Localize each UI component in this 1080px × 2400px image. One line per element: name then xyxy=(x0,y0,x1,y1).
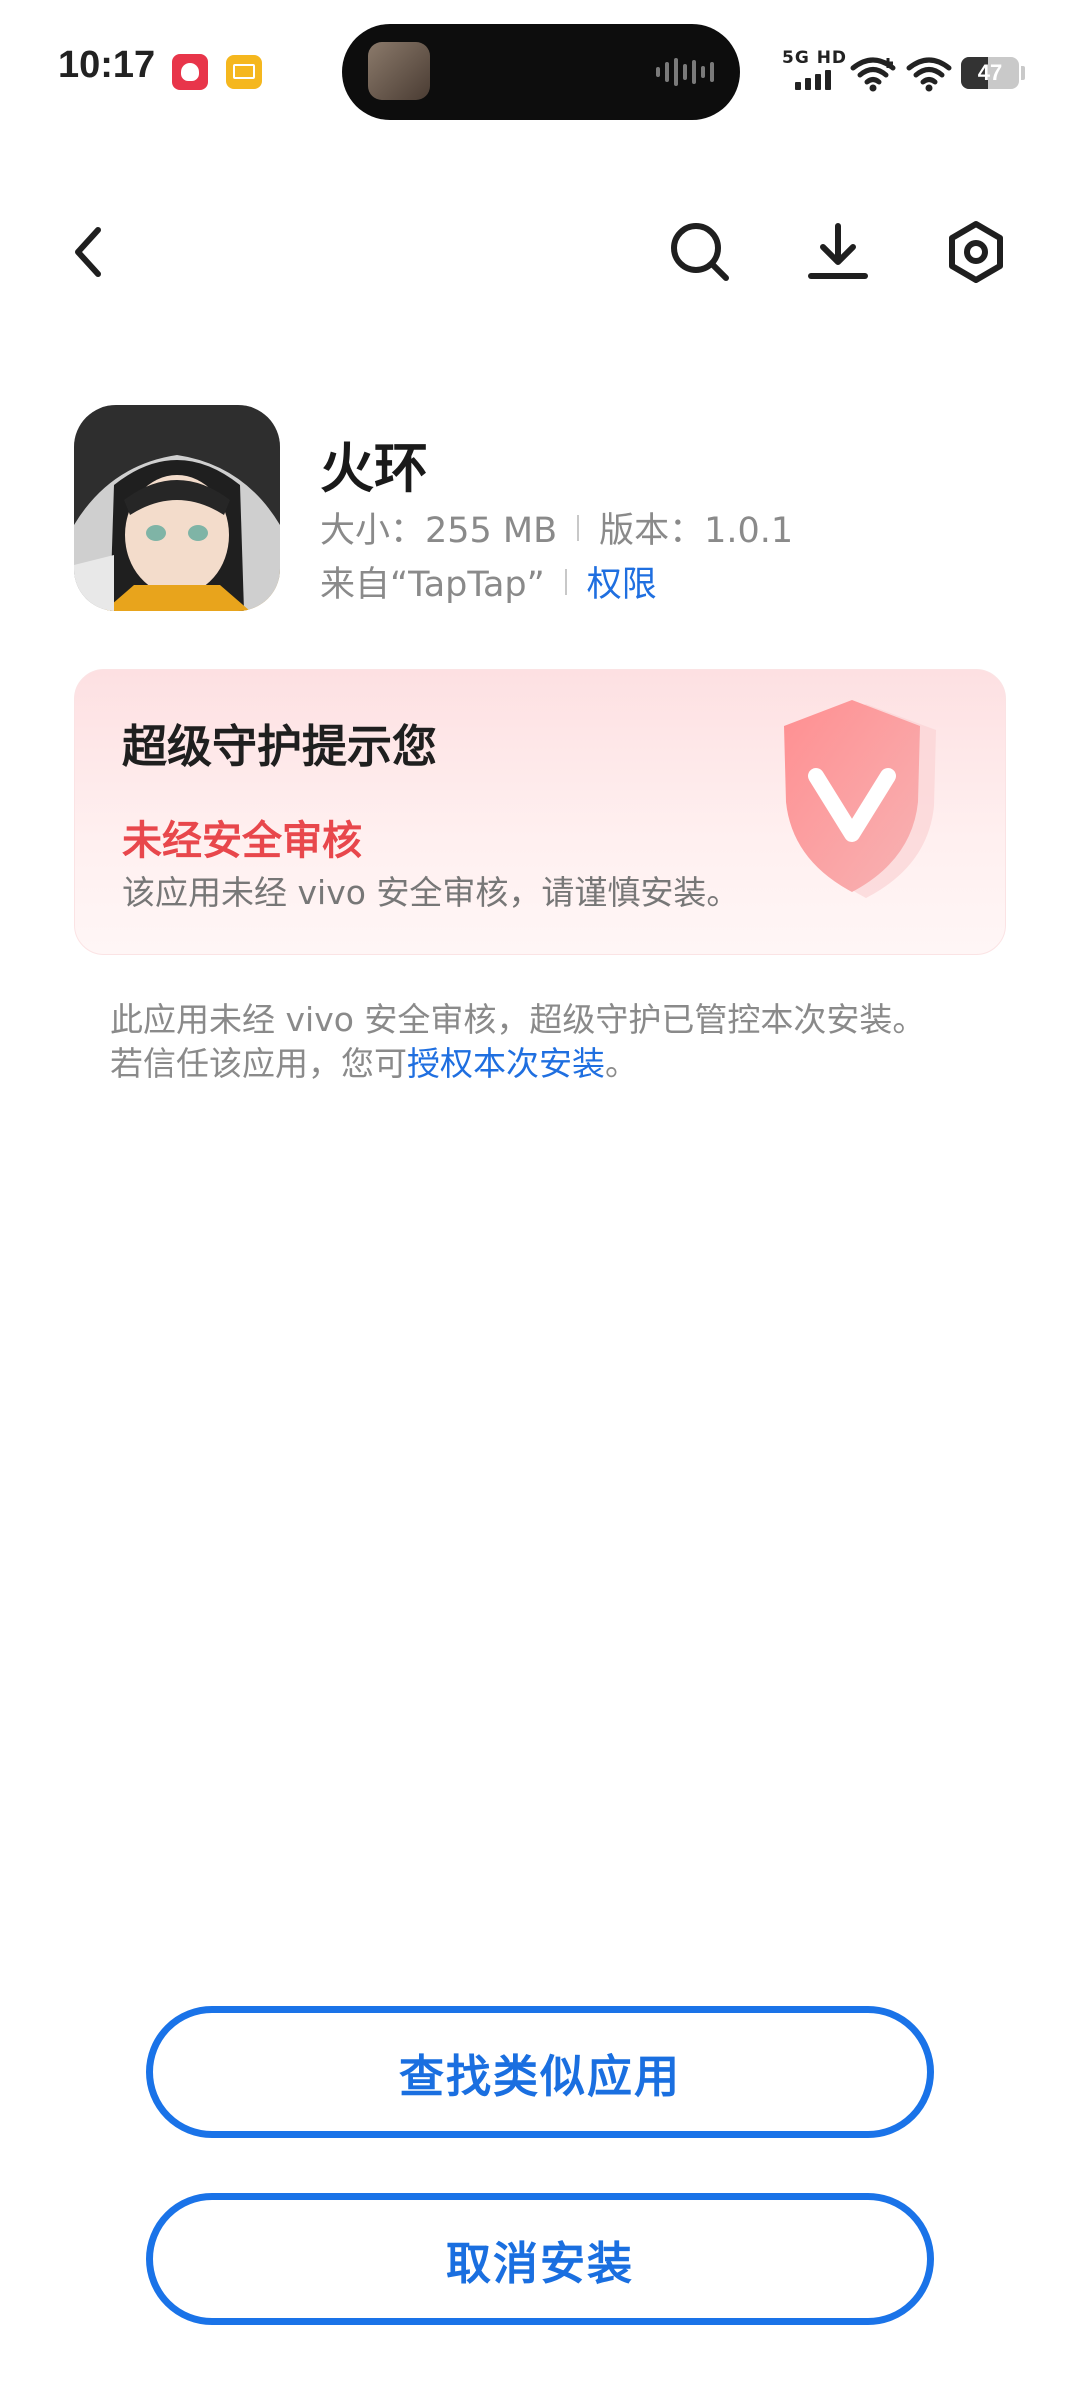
cancel-install-button[interactable]: 取消安装 xyxy=(146,2193,934,2325)
authorize-install-link[interactable]: 授权本次安装 xyxy=(407,1044,605,1083)
network-type-label: 5G HD xyxy=(782,48,848,68)
cellular-signal-icon xyxy=(795,70,831,90)
wifi-icon xyxy=(850,57,896,92)
wifi-icon-secondary xyxy=(906,57,952,92)
app-version: 版本：1.0.1 xyxy=(599,511,794,551)
notice-line-2-suffix: 。 xyxy=(605,1044,638,1083)
find-similar-apps-button[interactable]: 查找类似应用 xyxy=(146,2006,934,2138)
protection-description: 该应用未经 vivo 安全审核，请谨慎安装。 xyxy=(122,873,740,912)
app-meta-row: 大小：255 MB 版本：1.0.1 xyxy=(320,502,793,553)
back-arrow-icon xyxy=(75,227,101,277)
permissions-link[interactable]: 权限 xyxy=(587,556,657,607)
app-source: 来自“TapTap” xyxy=(320,565,545,605)
battery-level: 47 xyxy=(977,60,1003,85)
search-icon xyxy=(671,223,729,281)
download-icon xyxy=(808,223,868,279)
settings-button[interactable] xyxy=(936,212,1016,292)
settings-hexagon-icon xyxy=(949,221,1003,283)
download-button[interactable] xyxy=(798,212,878,292)
audio-wave-icon xyxy=(656,58,716,86)
mail-icon xyxy=(226,55,262,89)
app-name: 火环 xyxy=(320,437,428,500)
meta-divider xyxy=(564,568,567,595)
meta-divider xyxy=(577,514,580,541)
protection-warning: 未经安全审核 xyxy=(122,818,362,864)
install-notice: 此应用未经 vivo 安全审核，超级守护已管控本次安装。 若信任该应用，您可授权… xyxy=(110,998,1010,1086)
app-badge-icon xyxy=(172,54,208,90)
back-button[interactable] xyxy=(48,212,128,292)
vivo-shield-icon xyxy=(784,700,936,898)
notice-line-1: 此应用未经 vivo 安全审核，超级守护已管控本次安装。 xyxy=(110,1000,926,1039)
media-thumbnail xyxy=(368,42,430,100)
battery-cap xyxy=(1021,66,1025,80)
app-size: 大小：255 MB xyxy=(320,511,558,551)
protection-card-title: 超级守护提示您 xyxy=(122,720,438,773)
app-icon xyxy=(74,405,280,611)
app-source-row: 来自“TapTap” 权限 xyxy=(320,556,657,607)
status-time: 10:17 xyxy=(58,44,156,86)
battery-icon: 47 xyxy=(961,57,1019,89)
notice-line-2-prefix: 若信任该应用，您可 xyxy=(110,1044,407,1083)
search-button[interactable] xyxy=(660,212,740,292)
